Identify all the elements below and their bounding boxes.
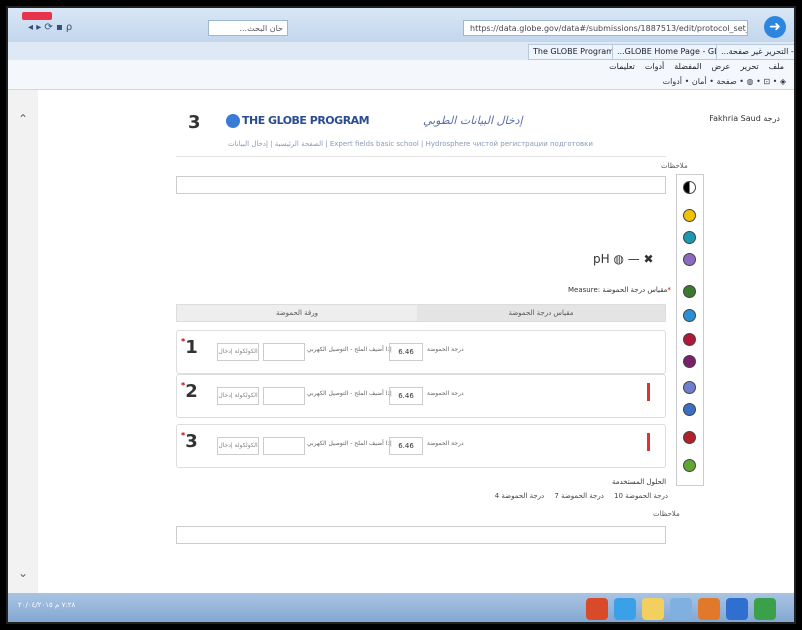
ph-value-label: درجة الحموضة — [427, 440, 464, 447]
ph-heading: pH ◍ — ✖ — [593, 252, 654, 266]
buffer-checkbox[interactable]: درجة الحموضة 10 — [614, 492, 668, 500]
ph-value-input[interactable]: 6.46 — [389, 387, 423, 405]
row-number-text: 1 — [185, 337, 198, 358]
breadcrumb[interactable]: الصفحة الرئيسية | إدخال البيانات | Exper… — [228, 140, 593, 148]
ph-value-label: درجة الحموضة — [427, 346, 464, 353]
divider — [176, 156, 666, 157]
browser-icon[interactable] — [614, 598, 636, 620]
required-marker: * — [667, 286, 671, 294]
magenta-protocol-icon[interactable] — [683, 355, 696, 368]
media-icon[interactable] — [698, 598, 720, 620]
menu-bar: ملف تحرير عرض المفضلة أدوات تعليمات — [8, 60, 794, 74]
measurement-row: *3 الكولكولة إدخال إذا أضيف الملح - التو… — [176, 424, 666, 468]
conductivity-input[interactable] — [263, 343, 305, 361]
time-input[interactable]: الكولكولة إدخال — [217, 387, 259, 405]
time-input[interactable]: الكولكولة إدخال — [217, 437, 259, 455]
row-number: *3 — [181, 431, 198, 452]
ph-value-input[interactable]: 6.46 — [389, 437, 423, 455]
browser-tab[interactable]: ...تحرير - التحرير غير صفحة — [716, 44, 794, 60]
purple-protocol-icon[interactable] — [683, 253, 696, 266]
go-arrow-icon[interactable]: ➜ — [764, 16, 786, 38]
globe-logo[interactable]: THE GLOBE PROGRAM — [226, 114, 370, 128]
browser-logo-icon — [22, 12, 52, 20]
skype-icon[interactable] — [726, 598, 748, 620]
ph-value-input[interactable]: 6.46 — [389, 343, 423, 361]
row-number-text: 2 — [185, 381, 198, 402]
lime-protocol-icon[interactable] — [683, 459, 696, 472]
menu-item[interactable]: تحرير — [740, 60, 758, 74]
scroll-up-icon[interactable]: ⌃ — [18, 112, 28, 126]
browser-search-input[interactable]: ...حان البحث — [208, 20, 288, 36]
logo-text: THE GLOBE PROGRAM — [242, 114, 370, 127]
tab-ph-paper[interactable]: ورقة الحموضة — [177, 305, 417, 321]
error-flag — [647, 433, 650, 451]
teal-protocol-icon[interactable] — [683, 231, 696, 244]
browser-titlebar: ◂ ▸ ⟳ ▪ ρ ...حان البحث https://data.glob… — [8, 8, 794, 42]
scrollbar[interactable]: ⌃ ⌄ — [8, 90, 38, 593]
green-protocol-icon[interactable] — [683, 285, 696, 298]
conductivity-label: إذا أضيف الملح - التوصيل الكهربي — [307, 346, 392, 353]
buffer-checkbox[interactable]: درجة الحموضة 7 — [554, 492, 603, 500]
ph-value-label: درجة الحموضة — [427, 390, 464, 397]
conductivity-input[interactable] — [263, 387, 305, 405]
yellow-protocol-icon[interactable] — [683, 209, 696, 222]
globe-icon — [226, 114, 240, 128]
row-number-text: 3 — [185, 431, 198, 452]
red-protocol-icon[interactable] — [683, 333, 696, 346]
clock: ٧:٢٨ م ٢٠/٠٤/٢٠١٥ — [18, 601, 76, 609]
notes-label: ملاحظات — [653, 510, 680, 518]
crimson-protocol-icon[interactable] — [683, 431, 696, 444]
buffer-label: الحلول المستخدمة — [612, 478, 667, 486]
mail-icon[interactable] — [670, 598, 692, 620]
command-bar[interactable]: صفحة • أمان • أدوات • ◍ • ⊡ • ◈ — [8, 74, 794, 90]
conductivity-label: إذا أضيف الملح - التوصيل الكهربي — [307, 440, 392, 447]
page-number: 3 — [188, 112, 201, 133]
measurement-row: *2 الكولكولة إدخال إذا أضيف الملح - التو… — [176, 374, 666, 418]
buffer-checkboxes: درجة الحموضة 10 درجة الحموضة 7 درجة الحم… — [458, 492, 668, 500]
buffer-checkbox[interactable]: درجة الحموضة 4 — [495, 492, 544, 500]
row-number: *1 — [181, 337, 198, 358]
browser-tabs: The GLOBE Program ...GLOBE Home Page - G… — [8, 42, 794, 61]
scroll-down-icon[interactable]: ⌄ — [18, 566, 28, 580]
browser-tab[interactable]: The GLOBE Program — [528, 44, 618, 60]
time-input[interactable]: الكولكولة إدخال — [217, 343, 259, 361]
notes-label: ملاحظات — [661, 162, 688, 170]
protocol-icon-bar — [676, 174, 704, 486]
conductivity-input[interactable] — [263, 437, 305, 455]
tab-ph-meter[interactable]: مقياس درجة الحموضة — [417, 305, 665, 321]
row-number: *2 — [181, 381, 198, 402]
notes-input[interactable] — [176, 176, 666, 194]
app-icon[interactable] — [586, 598, 608, 620]
lavender-protocol-icon[interactable] — [683, 381, 696, 394]
navy-protocol-icon[interactable] — [683, 403, 696, 416]
blue-protocol-icon[interactable] — [683, 309, 696, 322]
menu-item[interactable]: المفضلة — [674, 60, 701, 74]
measure-label-text: Measure: مقياس درجة الحموضة — [568, 286, 668, 294]
browser-tab[interactable]: ...GLOBE Home Page - GLOBE — [612, 44, 722, 60]
nav-buttons[interactable]: ◂ ▸ ⟳ ▪ ρ — [28, 22, 72, 33]
menu-item[interactable]: ملف — [769, 60, 784, 74]
menu-item[interactable]: أدوات — [645, 60, 664, 74]
site-title: إدخال البيانات الطوبي — [423, 114, 523, 127]
chrome-icon[interactable] — [754, 598, 776, 620]
folder-icon[interactable] — [642, 598, 664, 620]
taskbar: ٧:٢٨ م ٢٠/٠٤/٢٠١٥ — [8, 593, 794, 622]
measurement-row: *1 الكولكولة إدخال إذا أضيف الملح - التو… — [176, 330, 666, 374]
user-name[interactable]: Fakhria Saud درجة — [709, 114, 780, 123]
contrast-icon[interactable] — [683, 181, 696, 194]
screen-frame: ◂ ▸ ⟳ ▪ ρ ...حان البحث https://data.glob… — [6, 6, 796, 624]
web-page: ⌃ ⌄ 3 THE GLOBE PROGRAM إدخال البيانات ا… — [8, 90, 794, 593]
measure-label: Measure: مقياس درجة الحموضة* — [568, 286, 671, 294]
address-bar[interactable]: https://data.globe.gov/data#/submissions… — [463, 20, 748, 36]
menu-item[interactable]: عرض — [711, 60, 730, 74]
error-flag — [647, 383, 650, 401]
method-tabs: ورقة الحموضة مقياس درجة الحموضة — [176, 304, 666, 322]
notes-input[interactable] — [176, 526, 666, 544]
conductivity-label: إذا أضيف الملح - التوصيل الكهربي — [307, 390, 392, 397]
menu-item[interactable]: تعليمات — [609, 60, 635, 74]
